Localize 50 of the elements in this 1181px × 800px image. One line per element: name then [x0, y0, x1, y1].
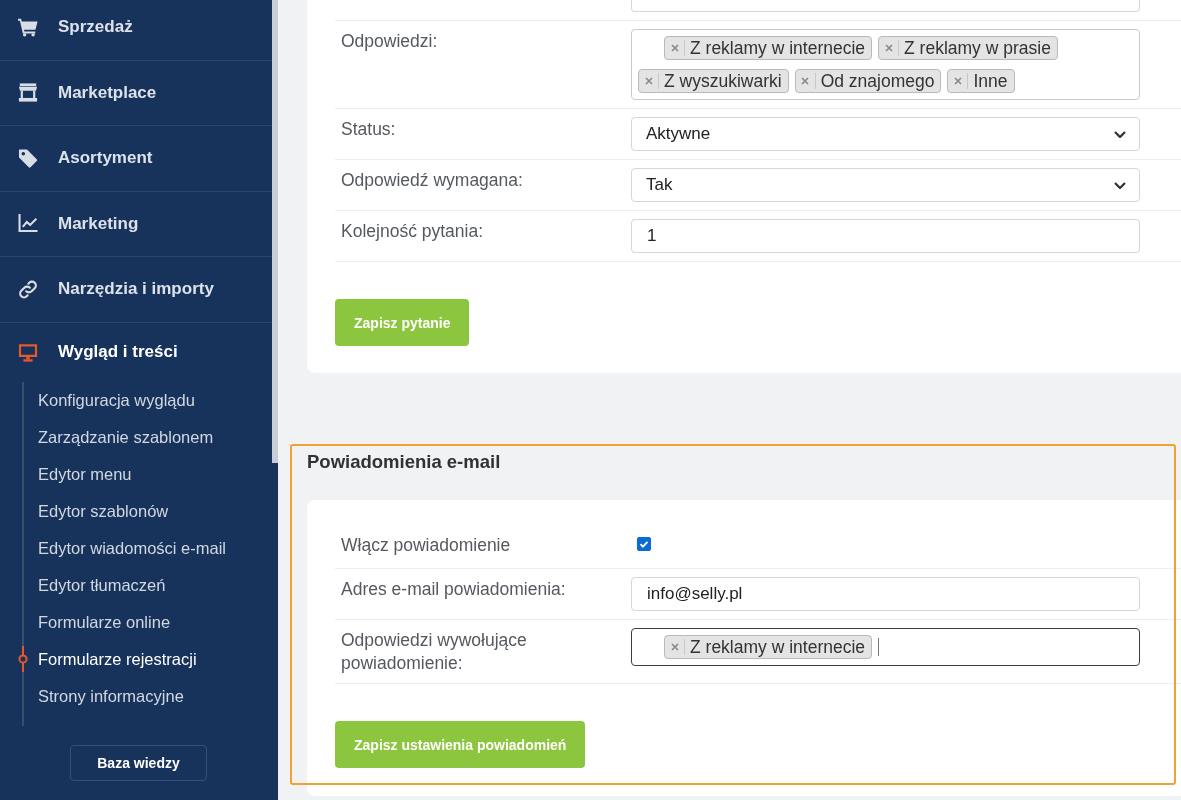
close-icon[interactable] [884, 44, 893, 52]
chevron-down-icon [1114, 130, 1126, 138]
sidebar-item[interactable]: Wygląd i treści [0, 322, 272, 382]
text-cursor [878, 638, 880, 656]
store-icon [18, 83, 38, 103]
field-label: Status: [341, 118, 396, 141]
select-field[interactable]: Tak [631, 168, 1140, 202]
text-field[interactable]: 1 [631, 219, 1140, 253]
submenu-item[interactable]: Konfiguracja wyglądu [18, 381, 272, 419]
close-icon[interactable] [670, 44, 679, 52]
tag-label: Z reklamy w internecie [689, 636, 867, 658]
close-icon[interactable] [670, 643, 679, 651]
submenu-item[interactable]: Strony informacyjne [18, 677, 272, 715]
link-icon [18, 279, 38, 299]
submenu-item[interactable]: Edytor szablonów [18, 492, 272, 530]
tag-label: Z reklamy w internecie [689, 37, 867, 59]
close-icon[interactable] [801, 77, 810, 85]
tags-field[interactable]: Z reklamy w internecie [631, 628, 1140, 666]
select-field[interactable] [631, 0, 1140, 12]
scrollbar-thumb[interactable] [272, 0, 278, 463]
close-icon[interactable] [954, 77, 962, 85]
tag-label: Inne [972, 70, 1009, 92]
close-icon[interactable] [644, 77, 653, 85]
field-label: Odpowiedzi: [341, 30, 438, 53]
text-field[interactable]: info@selly.pl [631, 577, 1140, 611]
tag-label: Z reklamy w prasie [903, 37, 1052, 59]
submenu-item[interactable]: Edytor tłumaczeń [18, 566, 272, 604]
submenu-item[interactable]: Formularze rejestracji [18, 640, 272, 678]
select-field[interactable]: Aktywne [631, 117, 1140, 151]
line-chart-icon [18, 214, 38, 234]
field-label: Odpowiedzi wywołujące powiadomienie: [341, 629, 528, 675]
submenu-item[interactable]: Edytor menu [18, 455, 272, 493]
active-marker-icon [18, 645, 28, 672]
field-label: Odpowiedź wymagana: [341, 169, 523, 192]
cart-icon [18, 17, 38, 37]
field-label: Kolejność pytania: [341, 220, 484, 243]
tags-field[interactable]: Z reklamy w internecie Z reklamy w prasie Z wyszukiwarki Od znajomego Inne [631, 29, 1140, 100]
submenu-item[interactable]: Formularze online [18, 603, 272, 641]
help-button[interactable]: Baza wiedzy [70, 744, 207, 781]
tag-label: Od znajomego [819, 70, 936, 92]
field-label: Adres e-mail powiadomienia: [341, 578, 566, 601]
chevron-down-icon [1114, 181, 1126, 189]
tag-label: Z wyszukiwarki [663, 70, 783, 92]
tag-icon [18, 148, 38, 168]
submenu-item[interactable]: Zarządzanie szablonem [18, 418, 272, 456]
field-label: Włącz powiadomienie [341, 533, 511, 557]
submenu-item[interactable]: Edytor wiadomości e-mail [18, 529, 272, 567]
checkbox[interactable] [637, 537, 651, 551]
section-title: Powiadomienia e-mail [307, 451, 502, 473]
monitor-icon [18, 342, 38, 362]
